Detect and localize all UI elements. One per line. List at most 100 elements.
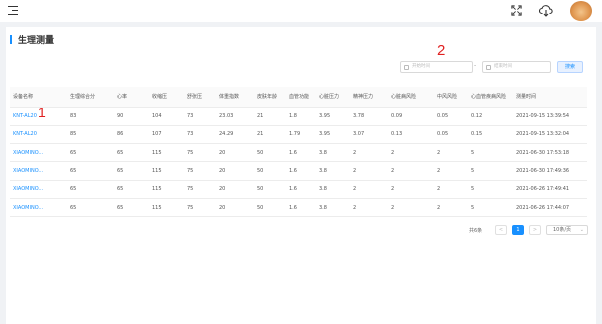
table-cell: 2021-06-26 17:44:07 (513, 198, 587, 218)
page-size-select[interactable]: 10条/页 ⌄ (546, 225, 588, 235)
table-cell: 1.6 (286, 161, 316, 181)
table-cell: 75 (184, 161, 216, 181)
table-cell: 1.8 (286, 107, 316, 126)
fullscreen-icon[interactable] (511, 5, 522, 16)
column-header: 设备名称 (10, 87, 67, 108)
table-cell: 0.05 (434, 107, 468, 126)
table-cell: 86 (114, 125, 149, 145)
table-row: XIAOMINO... 65 65 115 75 20 50 1.6 3.8 2 2 2 5 2021-0… (10, 198, 587, 218)
table-cell: 115 (149, 143, 184, 163)
table-cell: 20 (216, 161, 254, 181)
table-header-row: 设备名称 生理综合分 心率 收缩压 舒张压 体重指数 皮肤年龄 血管功能 心脏压… (10, 87, 587, 108)
prev-page-button[interactable]: < (495, 225, 507, 235)
menu-fold-icon[interactable] (8, 6, 18, 16)
table-cell: 65 (114, 198, 149, 218)
table-cell: 115 (149, 198, 184, 218)
table-cell: 2 (434, 198, 468, 218)
table-cell: 3.8 (316, 143, 350, 163)
start-date-placeholder: 开始时间 (412, 64, 430, 69)
table-cell: 24.29 (216, 125, 254, 145)
device-name-link[interactable]: XIAOMINO... (10, 143, 67, 163)
calendar-icon (486, 64, 491, 70)
device-name-link[interactable]: XIAOMINO... (10, 180, 67, 199)
next-page-button[interactable]: > (529, 225, 541, 235)
table-cell: 21 (254, 107, 286, 126)
table-row: XIAOMINO... 65 65 115 75 20 50 1.6 3.8 2 2 2 5 2021-0… (10, 143, 587, 163)
device-name-link[interactable]: KNT-AL20 (10, 107, 67, 126)
table-cell: 3.07 (350, 125, 388, 145)
table-cell: 2 (388, 198, 434, 218)
table-cell: 65 (67, 143, 114, 163)
table-cell: 75 (184, 143, 216, 163)
table-cell: 73 (184, 125, 216, 145)
table-cell: 2 (350, 198, 388, 218)
table-cell: 2 (350, 180, 388, 199)
annotation-marker-2: 2 (437, 42, 446, 59)
calendar-icon (404, 64, 409, 70)
table-cell: 107 (149, 125, 184, 145)
device-name-link[interactable]: KNT-AL20 (10, 125, 67, 145)
table-cell: 3.8 (316, 198, 350, 218)
table-cell: 65 (114, 143, 149, 163)
table-cell: 2 (388, 143, 434, 163)
table-cell: 65 (114, 161, 149, 181)
table-cell: 115 (149, 161, 184, 181)
table-cell: 104 (149, 107, 184, 126)
device-name-link[interactable]: XIAOMINO... (10, 198, 67, 218)
table-cell: 50 (254, 180, 286, 199)
column-header: 生理综合分 (67, 87, 114, 108)
table-cell: 2021-06-30 17:53:18 (513, 143, 587, 163)
column-header: 精神压力 (350, 87, 388, 108)
column-header: 心率 (114, 87, 149, 108)
table-row: XIAOMINO... 65 65 115 75 20 50 1.6 3.8 2 2 2 5 2021-0… (10, 180, 587, 199)
page-title: 生理测量 (18, 36, 55, 46)
user-avatar[interactable] (570, 1, 592, 21)
column-header: 心脏压力 (316, 87, 350, 108)
column-header: 心脏病风险 (388, 87, 434, 108)
table-cell: 0.09 (388, 107, 434, 126)
search-button[interactable]: 搜索 (557, 61, 583, 73)
pagination-total: 共6条 (469, 228, 483, 234)
table-cell: 21 (254, 125, 286, 145)
table-cell: 65 (114, 180, 149, 199)
chevron-down-icon: ⌄ (579, 227, 584, 233)
cloud-download-icon[interactable] (539, 4, 553, 17)
table-cell: 5 (468, 161, 513, 181)
column-header: 心血管疾病风险 (468, 87, 513, 108)
table-cell: 5 (468, 143, 513, 163)
table-cell: 50 (254, 161, 286, 181)
start-date-picker[interactable]: 开始时间 (400, 61, 473, 73)
top-header (0, 0, 602, 22)
table-cell: 20 (216, 143, 254, 163)
device-name-link[interactable]: XIAOMINO... (10, 161, 67, 181)
table-cell: 73 (184, 107, 216, 126)
table-cell: 2 (388, 180, 434, 199)
table-cell: 65 (67, 161, 114, 181)
table-cell: 3.8 (316, 161, 350, 181)
table-cell: 65 (67, 198, 114, 218)
page-1-button[interactable]: 1 (512, 225, 524, 235)
measurement-table: 设备名称 生理综合分 心率 收缩压 舒张压 体重指数 皮肤年龄 血管功能 心脏压… (10, 87, 587, 218)
column-header: 测量时间 (513, 87, 587, 108)
table-cell: 1.6 (286, 198, 316, 218)
table-cell: 2021-09-15 13:39:54 (513, 107, 587, 126)
table-cell: 75 (184, 180, 216, 199)
table-cell: 1.6 (286, 180, 316, 199)
table-cell: 3.8 (316, 180, 350, 199)
table-cell: 1.6 (286, 143, 316, 163)
table-cell: 2021-06-30 17:49:36 (513, 161, 587, 181)
table-cell: 50 (254, 198, 286, 218)
table-cell: 2021-09-15 13:32:04 (513, 125, 587, 145)
table-cell: 50 (254, 143, 286, 163)
table-cell: 3.95 (316, 107, 350, 126)
table-cell: 2 (434, 180, 468, 199)
table-row: KNT-AL20 85 86 107 73 24.29 21 1.79 3.95 3.07 0.13… (10, 125, 587, 145)
table-cell: 90 (114, 107, 149, 126)
column-header: 中风风险 (434, 87, 468, 108)
end-date-picker[interactable]: 结束时间 (482, 61, 551, 73)
table-cell: 2 (434, 161, 468, 181)
column-header: 血管功能 (286, 87, 316, 108)
column-header: 皮肤年龄 (254, 87, 286, 108)
table-cell: 3.78 (350, 107, 388, 126)
table-cell: 0.05 (434, 125, 468, 145)
